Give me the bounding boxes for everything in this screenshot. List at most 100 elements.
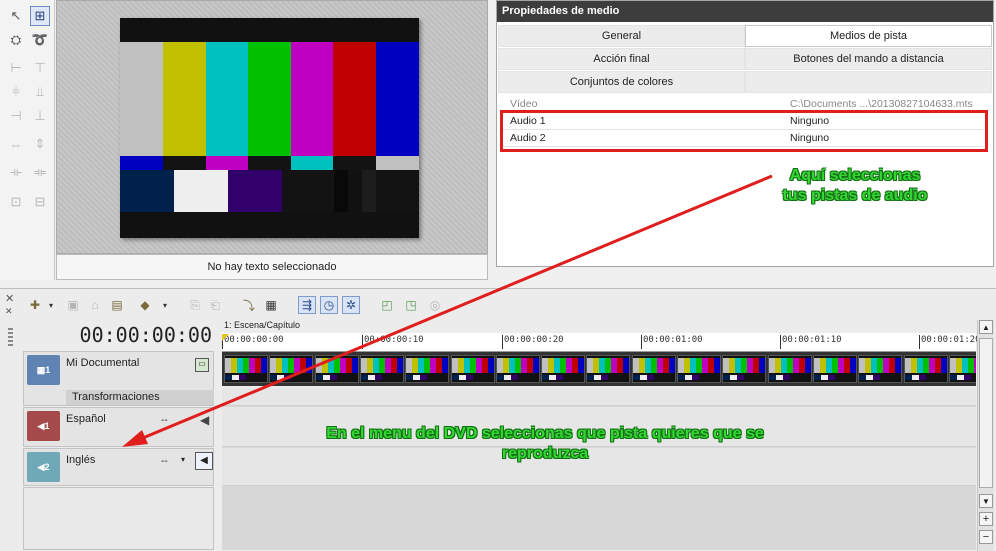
property-value: C:\Documents ...\20130827104633.mts	[790, 98, 973, 110]
align-right-icon[interactable]: ⊣	[6, 106, 26, 126]
volume-icon[interactable]: ◀	[200, 413, 209, 427]
volume-icon[interactable]: ◀	[195, 452, 213, 470]
paste-icon[interactable]: ⎗	[206, 296, 224, 314]
playhead-icon[interactable]	[222, 334, 229, 341]
track-lanes[interactable]	[222, 388, 976, 550]
zoom-plus-icon[interactable]: +	[979, 512, 993, 526]
scene-marker[interactable]: 1: Escena/Capítulo	[224, 320, 300, 330]
track-number: 2	[44, 462, 50, 472]
track-number: 1	[45, 365, 51, 375]
timecode-display: 00:00:00:00	[79, 323, 212, 347]
ruler-tick: 00:00:00:00	[222, 335, 284, 349]
zoom-out-icon[interactable]: ◳	[402, 296, 420, 314]
chevron-down-icon[interactable]: ▾	[156, 296, 174, 314]
scroll-thumb[interactable]	[979, 338, 993, 488]
tab-row-2: Acción final Botones del mando a distanc…	[498, 48, 992, 70]
callout-dvd-menu: En el menu del DVD seleccionas que pista…	[326, 425, 764, 462]
arrow-icon[interactable]: ↖	[6, 6, 26, 26]
clip-thumbnail	[767, 355, 812, 383]
ruler-tick: 00:00:00:10	[362, 335, 424, 349]
lane-transformations[interactable]	[222, 388, 976, 406]
save-icon[interactable]: ▦	[262, 296, 280, 314]
language-select[interactable]: --	[161, 415, 168, 426]
tool-strip: ↖ ⊞ ⛭ ➰ ⊢ ⊤ ⫩ ⫫ ⊣ ⊥ ⇔ ⇕ ⟛ ⟚ ⊡ ⊟	[0, 0, 55, 280]
video-clip-strip[interactable]	[222, 352, 976, 386]
ruler-tick: 00:00:01:00	[641, 335, 703, 349]
tab-color-sets[interactable]: Conjuntos de colores	[498, 71, 745, 93]
scroll-up-icon[interactable]: ▲	[979, 320, 993, 334]
clip-thumbnail	[405, 355, 450, 383]
zoom-in-icon[interactable]: ◰	[378, 296, 396, 314]
space-v-icon[interactable]: ⟚	[30, 162, 50, 182]
time-ruler[interactable]: 00:00:00:00 00:00:00:10 00:00:00:20 00:0…	[222, 333, 981, 352]
track-name[interactable]: Inglés	[66, 454, 95, 466]
clip-thumbnail	[903, 355, 948, 383]
lasso-icon[interactable]: ➰	[30, 30, 50, 50]
copy-icon[interactable]: ⎘	[186, 296, 204, 314]
tab-track-media[interactable]: Medios de pista	[745, 25, 992, 47]
clip-thumbnail	[586, 355, 631, 383]
clip-thumbnail	[677, 355, 721, 383]
tab-empty	[745, 71, 992, 93]
select-all-icon[interactable]: ⛭	[6, 30, 26, 50]
clip-thumbnail	[722, 355, 767, 383]
track-name[interactable]: Español	[66, 413, 106, 425]
close-icon[interactable]: ✕	[5, 292, 14, 305]
language-select[interactable]: --	[161, 456, 168, 467]
ruler-tick: 00:00:00:20	[502, 335, 564, 349]
home-icon[interactable]: ⌂	[86, 296, 104, 314]
zoom-minus-icon[interactable]: −	[979, 530, 993, 544]
timeline-toolbar: ✚ ▾ ▣ ⌂ ▤ ◆ ▾ ⎘ ⎗ ⤵ ▦ ⇶ ◷ ✲ ◰ ◳ ◎	[22, 292, 462, 318]
chevron-down-icon[interactable]: ▾	[42, 296, 60, 314]
align-top-icon[interactable]: ⊤	[30, 58, 50, 78]
pin-icon[interactable]: ✕	[5, 306, 13, 317]
align-center-h-icon[interactable]: ⫩	[6, 82, 26, 102]
tab-row-1: General Medios de pista	[498, 25, 992, 47]
panel-title: Propiedades de medio	[497, 1, 993, 22]
space-h-icon[interactable]: ⟛	[6, 162, 26, 182]
speaker-icon: ◀ 1	[27, 411, 60, 441]
track-header-audio-2[interactable]: ◀ 2 Inglés -- ▾ ◀	[23, 448, 214, 486]
crop-icon[interactable]: ⊞	[30, 6, 50, 26]
marker-icon[interactable]: ◆	[136, 296, 154, 314]
panel-grip[interactable]	[8, 328, 13, 348]
same-height-icon[interactable]: ⇕	[30, 134, 50, 154]
center-v-icon[interactable]: ⊟	[30, 192, 50, 212]
align-center-v-icon[interactable]: ⫫	[30, 82, 50, 102]
center-h-icon[interactable]: ⊡	[6, 192, 26, 212]
same-width-icon[interactable]: ⇔	[6, 134, 26, 154]
tab-remote-buttons[interactable]: Botones del mando a distancia	[745, 48, 992, 70]
import-icon[interactable]: ⤵	[240, 296, 258, 314]
scroll-down-icon[interactable]: ▼	[979, 494, 993, 508]
align-left-icon[interactable]: ⊢	[6, 58, 26, 78]
time-icon[interactable]: ◷	[320, 296, 338, 314]
color-bars-preview	[120, 18, 419, 238]
clip-thumbnail	[948, 355, 976, 383]
ripple-icon[interactable]: ✲	[342, 296, 360, 314]
add-media-icon[interactable]: ▤	[108, 296, 126, 314]
monitor-icon[interactable]: ▭	[195, 358, 209, 372]
track-header-empty	[23, 487, 214, 550]
speaker-icon: ◀ 2	[27, 452, 60, 482]
transformations-label[interactable]: Transformaciones	[66, 390, 214, 405]
clip-thumbnail	[224, 355, 268, 383]
track-header-audio-1[interactable]: ◀ 1 Español -- ◀	[23, 407, 214, 447]
tab-general[interactable]: General	[498, 25, 745, 47]
align-bottom-icon[interactable]: ⊥	[30, 106, 50, 126]
ruler-tick: 00:00:01:20	[919, 335, 981, 349]
refresh-icon[interactable]: ◎	[426, 296, 444, 314]
tab-row-3: Conjuntos de colores	[498, 71, 992, 93]
selection-status: No hay texto seleccionado	[56, 254, 488, 280]
snap-icon[interactable]: ⇶	[298, 296, 316, 314]
clip-thumbnail	[631, 355, 676, 383]
film-icon: ▦ 1	[27, 355, 60, 385]
track-name[interactable]: Mi Documental	[66, 357, 139, 369]
clip-thumbnail	[812, 355, 857, 383]
add-scene-icon[interactable]: ▣	[64, 296, 82, 314]
chevron-down-icon[interactable]: ▾	[181, 455, 185, 464]
vertical-scrollbar[interactable]: ▲ ▼ + −	[977, 320, 994, 551]
tab-end-action[interactable]: Acción final	[498, 48, 745, 70]
track-header-video[interactable]: ▦ 1 Mi Documental ▭ Transformaciones	[23, 351, 214, 406]
clip-thumbnail	[858, 355, 903, 383]
clip-thumbnail	[495, 355, 540, 383]
